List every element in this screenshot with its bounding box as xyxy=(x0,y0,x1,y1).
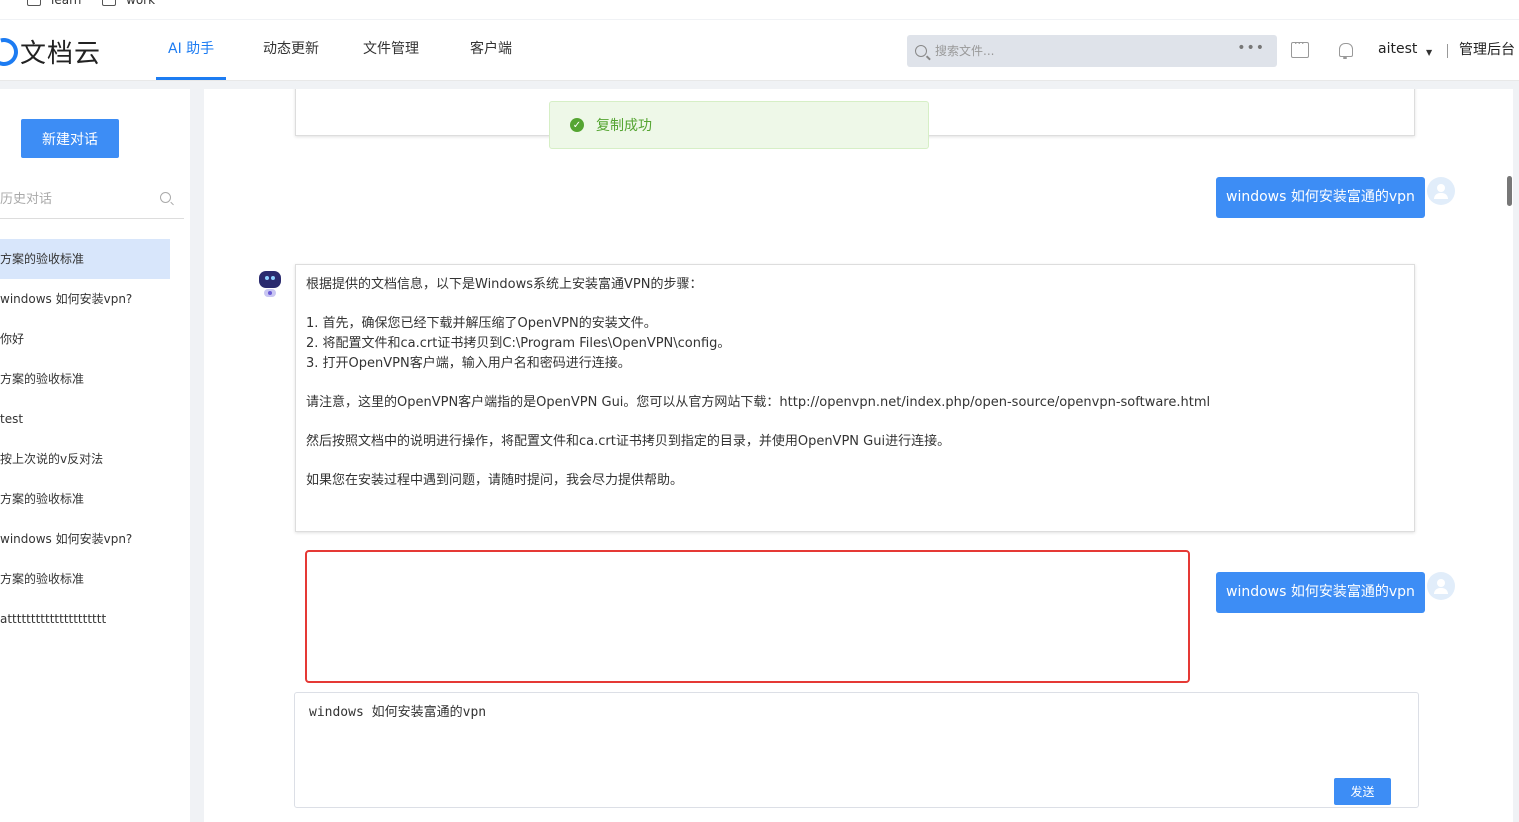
answer-line: 请注意，这里的OpenVPN客户端指的是OpenVPN Gui。您可以从官方网站… xyxy=(306,395,1211,410)
admin-link[interactable]: 管理后台 xyxy=(1459,20,1515,81)
message-input[interactable]: windows 如何安装富通的vpn xyxy=(309,701,1399,771)
nav-ai-assistant[interactable]: AI 助手 xyxy=(168,20,214,81)
check-circle-icon: ✓ xyxy=(570,118,584,132)
bookmark-label: learn xyxy=(51,0,82,7)
history-item[interactable]: 按上次说的v反对法 xyxy=(0,439,170,479)
answer-line: 1. 首先，确保您已经下载并解压缩了OpenVPN的安装文件。 xyxy=(306,316,657,331)
answer-line: 如果您在安装过程中遇到问题，请随时提问，我会尽力提供帮助。 xyxy=(306,473,684,488)
assistant-answer: 根据提供的文档信息，以下是Windows系统上安装富通VPN的步骤： 1. 首先… xyxy=(295,264,1415,532)
message-composer: windows 如何安装富通的vpn 发送 xyxy=(294,692,1419,808)
sidebar: 新建对话 方案的验收标准 windows 如何安装vpn? 你好 方案的验收标准… xyxy=(0,89,190,822)
history-item[interactable]: 方案的验收标准 xyxy=(0,359,170,399)
user-message: windows 如何安装富通的vpn xyxy=(1216,177,1425,218)
more-icon[interactable]: ••• xyxy=(1237,40,1265,56)
app-logo[interactable]: 文档云 xyxy=(0,32,102,71)
header-divider xyxy=(1447,44,1448,58)
scrollbar-thumb[interactable] xyxy=(1507,176,1512,206)
history-item[interactable]: 方案的验收标准 xyxy=(0,479,170,519)
bookmark-label: work xyxy=(126,0,156,7)
search-icon[interactable] xyxy=(160,192,171,203)
history-item[interactable]: windows 如何安装vpn? xyxy=(0,279,170,319)
nav-updates[interactable]: 动态更新 xyxy=(263,20,319,81)
answer-line: 然后按照文档中的说明进行操作，将配置文件和ca.crt证书拷贝到指定的目录，并使… xyxy=(306,434,951,449)
history-search-input[interactable] xyxy=(0,181,150,217)
bookmarks-bar: learn work xyxy=(0,0,1519,19)
file-search: ••• xyxy=(907,35,1277,67)
app-name: 文档云 xyxy=(20,39,102,69)
empty-response-highlight xyxy=(305,550,1190,683)
nav-file-management[interactable]: 文件管理 xyxy=(363,20,419,81)
caret-down-icon[interactable]: ▼ xyxy=(1426,48,1432,57)
user-avatar-icon xyxy=(1427,572,1455,600)
bell-icon[interactable] xyxy=(1336,42,1354,59)
history-item[interactable]: 你好 xyxy=(0,319,170,359)
history-item[interactable]: 方案的验收标准 xyxy=(0,239,170,279)
robot-avatar-icon xyxy=(258,269,282,297)
user-message: windows 如何安装富通的vpn xyxy=(1216,572,1425,613)
history-item[interactable]: windows 如何安装vpn? xyxy=(0,519,170,559)
answer-line: 3. 打开OpenVPN客户端，输入用户名和密码进行连接。 xyxy=(306,356,631,371)
chat-panel: ✓ 复制成功 windows 如何安装富通的vpn 根据提供的文档信息，以下是W… xyxy=(204,89,1513,822)
search-input[interactable] xyxy=(935,44,1225,58)
message-icon[interactable] xyxy=(1291,37,1309,58)
answer-line: 2. 将配置文件和ca.crt证书拷贝到C:\Program Files\Ope… xyxy=(306,336,731,351)
history-item[interactable]: 方案的验收标准 xyxy=(0,559,170,599)
bookmark-learn[interactable]: learn xyxy=(27,0,81,7)
nav-client[interactable]: 客户端 xyxy=(470,20,512,81)
bookmark-work[interactable]: work xyxy=(102,0,155,7)
search-icon xyxy=(915,45,927,57)
copy-success-toast: ✓ 复制成功 xyxy=(549,101,929,149)
folder-icon xyxy=(27,0,41,6)
nav-active-indicator xyxy=(156,77,226,80)
user-avatar-icon xyxy=(1427,177,1455,205)
history-item[interactable]: test xyxy=(0,399,170,439)
top-header: 文档云 AI 助手 动态更新 文件管理 客户端 ••• aitest ▼ 管理后… xyxy=(0,20,1519,81)
answer-line: 根据提供的文档信息，以下是Windows系统上安装富通VPN的步骤： xyxy=(306,277,703,292)
send-button[interactable]: 发送 xyxy=(1334,778,1391,805)
history-search xyxy=(0,181,184,219)
folder-icon xyxy=(102,0,116,6)
history-item[interactable]: attttttttttttttttttttt xyxy=(0,599,170,639)
user-menu[interactable]: aitest xyxy=(1378,20,1417,81)
toast-message: 复制成功 xyxy=(596,118,652,134)
new-chat-button[interactable]: 新建对话 xyxy=(21,119,119,158)
